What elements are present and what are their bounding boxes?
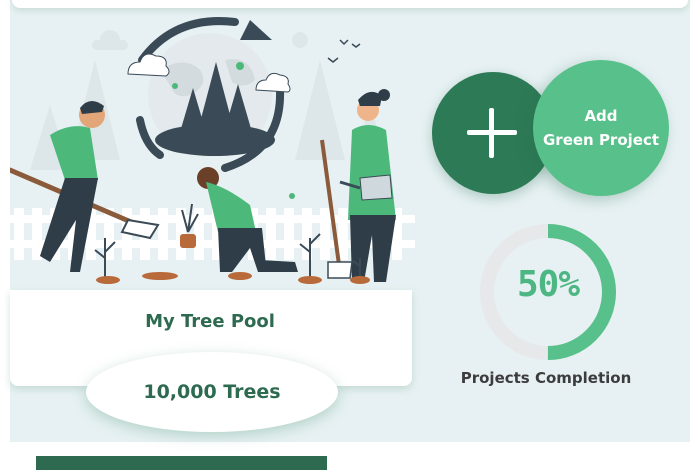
add-project-label-line2: Green Project <box>542 131 660 149</box>
add-green-project-button[interactable]: Add Green Project <box>533 60 669 196</box>
progress-label: Projects Completion <box>460 369 632 387</box>
add-project-label-line1: Add <box>584 107 618 125</box>
tree-pool-title: My Tree Pool <box>145 311 275 332</box>
tree-count-value: 10,000 Trees <box>143 381 281 403</box>
progress-percent: 50% <box>516 264 580 305</box>
tree-count-badge[interactable]: 10,000 Trees <box>86 352 338 432</box>
top-card <box>12 0 688 8</box>
gardening-illustration <box>10 17 415 284</box>
bottom-bar <box>36 456 327 470</box>
